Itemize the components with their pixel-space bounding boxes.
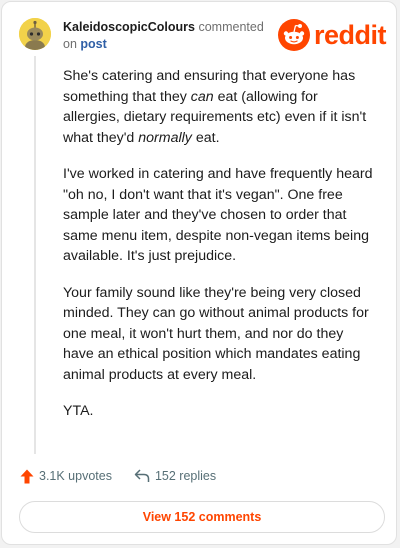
comment-paragraph: She's catering and ensuring that everyon… bbox=[63, 66, 378, 148]
comment-paragraph: YTA. bbox=[63, 403, 94, 419]
emphasis-text: normally bbox=[138, 129, 192, 146]
paragraph-text: eat. bbox=[191, 129, 220, 146]
thread-line[interactable] bbox=[34, 56, 36, 454]
view-comments-button[interactable]: View 152 comments bbox=[19, 501, 385, 533]
emphasis-text: can bbox=[190, 88, 214, 105]
comment-actions: 3.1K upvotes 152 replies bbox=[20, 465, 238, 487]
username-link[interactable]: KaleidoscopicColours bbox=[63, 20, 195, 34]
comment-body: She's catering and ensuring that everyon… bbox=[63, 66, 378, 438]
avatar-icon bbox=[19, 18, 51, 50]
reply-count: 152 replies bbox=[154, 469, 217, 483]
reply-arrow-icon bbox=[134, 469, 150, 482]
comment-paragraph: I've worked in catering and have frequen… bbox=[63, 166, 373, 264]
upvote-count: 3.1K upvotes bbox=[39, 469, 112, 483]
comment-header: KaleidoscopicColours commented on post bbox=[63, 19, 278, 53]
comment-card: KaleidoscopicColours commented on post r… bbox=[1, 1, 397, 545]
commented-label: commented bbox=[198, 20, 264, 34]
upvote-arrow-icon bbox=[20, 469, 34, 483]
user-avatar[interactable] bbox=[19, 18, 51, 50]
reddit-snoo-icon bbox=[278, 19, 310, 51]
reddit-logo[interactable]: reddit bbox=[278, 19, 387, 51]
on-label: on bbox=[63, 37, 77, 51]
upvote-button[interactable]: 3.1K upvotes bbox=[20, 469, 112, 484]
comment-paragraph: Your family sound like they're being ver… bbox=[63, 284, 369, 383]
replies-button[interactable]: 152 replies bbox=[134, 469, 216, 483]
post-link[interactable]: post bbox=[80, 37, 106, 51]
reddit-wordmark: reddit bbox=[314, 20, 387, 50]
